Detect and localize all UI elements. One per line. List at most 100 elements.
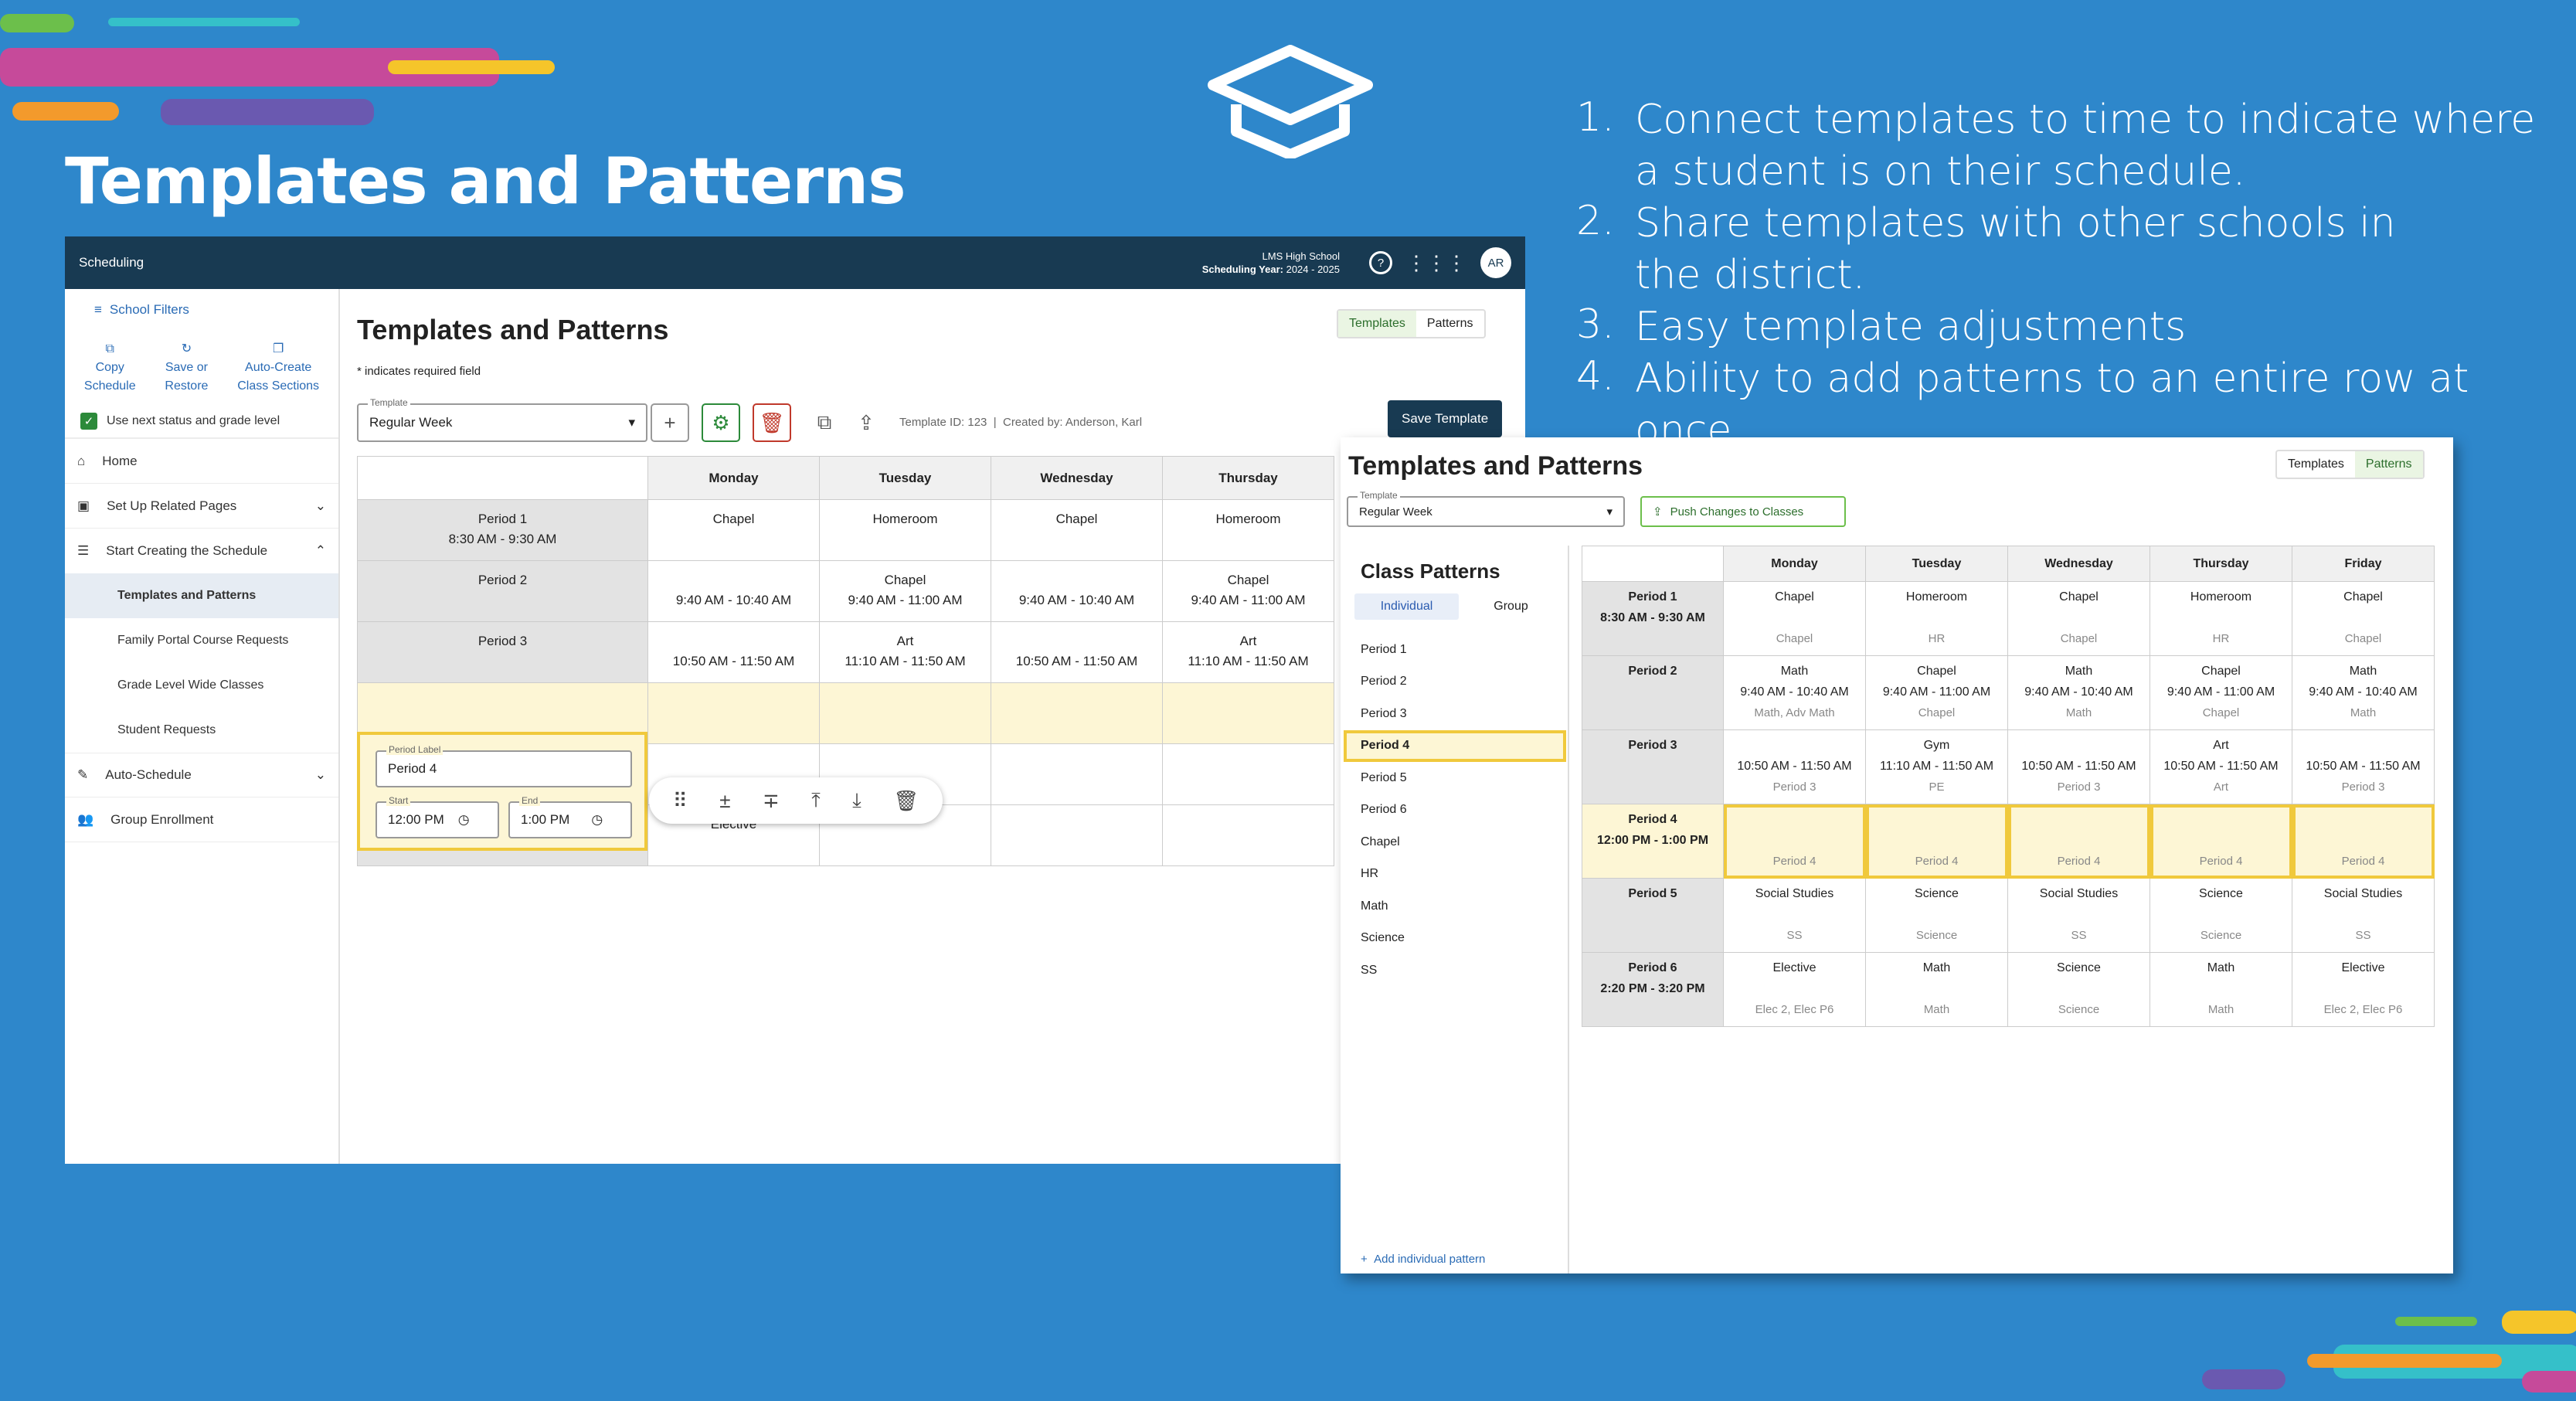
pattern-list-item[interactable]: Period 2 [1341, 666, 1569, 699]
schedule-cell[interactable]: Homeroom [819, 499, 991, 561]
pattern-cell[interactable]: Chapel Chapel [2007, 581, 2150, 656]
pattern-cell[interactable]: Elective Elec 2, Elec P6 [2292, 952, 2435, 1027]
schedule-cell[interactable]: Chapel 9:40 AM - 11:00 AM [1162, 560, 1334, 622]
add-row-below-icon[interactable]: ∓ [763, 789, 780, 813]
schedule-cell[interactable]: 9:40 AM - 10:40 AM [647, 560, 820, 622]
pattern-cell[interactable]: Elective Elec 2, Elec P6 [1723, 952, 1866, 1027]
schedule-cell[interactable]: 10:50 AM - 11:50 AM [991, 621, 1163, 683]
schedule-cell[interactable] [1162, 804, 1334, 866]
schedule-cell[interactable]: Chapel [647, 499, 820, 561]
pattern-cell[interactable]: Social Studies SS [2292, 878, 2435, 953]
schedule-cell[interactable]: 10:50 AM - 11:50 AM [647, 621, 820, 683]
period-cell[interactable]: Period 2 [357, 560, 648, 622]
push-changes-button[interactable]: ⇪ Push Changes to Classes [1640, 496, 1846, 527]
tab-patterns[interactable]: Patterns [1416, 311, 1484, 337]
start-time-field[interactable]: Start 12:00 PM ◷ [376, 795, 499, 838]
pattern-cell[interactable]: Science Science [2149, 878, 2292, 953]
pattern-cell[interactable]: Period 4 [2149, 804, 2292, 879]
sidebar-item-auto-schedule[interactable]: ✎ Auto-Schedule ⌄ [65, 753, 338, 797]
pattern-cell[interactable]: Social Studies SS [2007, 878, 2150, 953]
pattern-list-item[interactable]: Period 3 [1341, 698, 1569, 730]
schedule-cell[interactable] [819, 682, 991, 744]
sidebar-item-start[interactable]: ☰ Start Creating the Schedule ⌃ [65, 529, 338, 573]
pattern-cell[interactable]: Period 4 [2292, 804, 2435, 879]
pattern-cell[interactable]: Math 9:40 AM - 10:40 AM Math [2007, 655, 2150, 730]
copy-schedule-button[interactable]: ⧉ Copy Schedule [84, 340, 136, 396]
sidebar-item-group[interactable]: 👥 Group Enrollment [65, 797, 338, 842]
schedule-cell[interactable] [991, 682, 1163, 744]
copy-template-icon[interactable]: ⧉ [805, 403, 844, 442]
pattern-cell[interactable]: Homeroom HR [2149, 581, 2292, 656]
period-cell[interactable]: Period 5 [1582, 878, 1724, 953]
delete-row-icon[interactable]: 🗑 [893, 789, 919, 813]
pattern-list-item[interactable]: HR [1341, 859, 1569, 891]
period-cell[interactable]: Period 4 12:00 PM - 1:00 PM [1582, 804, 1724, 879]
save-restore-button[interactable]: ↻ Save or Restore [165, 340, 208, 396]
delete-template-icon[interactable]: 🗑 [753, 403, 791, 442]
pattern-cell[interactable]: Math Math [1865, 952, 2008, 1027]
template-select[interactable]: Template Regular Week ▾ [357, 397, 647, 442]
period-label-field[interactable]: Period Label Period 4 [376, 744, 632, 787]
pattern-list-item[interactable]: Science [1341, 923, 1569, 955]
sidebar-sub-grade-level[interactable]: Grade Level Wide Classes [65, 663, 338, 708]
pattern-cell[interactable]: Math 9:40 AM - 10:40 AM Math [2292, 655, 2435, 730]
sidebar-sub-templates[interactable]: Templates and Patterns [65, 573, 338, 618]
schedule-cell[interactable] [991, 743, 1163, 805]
apps-grid-icon[interactable]: ⋮⋮⋮ [1406, 251, 1466, 275]
pattern-cell[interactable]: Gym 11:10 AM - 11:50 AM PE [1865, 729, 2008, 804]
pattern-cell[interactable]: 10:50 AM - 11:50 AM Period 3 [2292, 729, 2435, 804]
add-pattern-link[interactable]: + Add individual pattern [1361, 1253, 1485, 1266]
tab-group[interactable]: Group [1459, 600, 1563, 614]
pattern-cell[interactable]: Chapel 9:40 AM - 11:00 AM Chapel [1865, 655, 2008, 730]
school-filters-button[interactable]: ≡ School Filters [65, 289, 338, 331]
add-row-above-icon[interactable]: ± [719, 789, 730, 813]
pattern-cell[interactable]: Science Science [2007, 952, 2150, 1027]
tab-patterns[interactable]: Patterns [2354, 451, 2423, 478]
help-icon[interactable]: ? [1369, 251, 1392, 274]
period-cell[interactable]: Period 1 8:30 AM - 9:30 AM [1582, 581, 1724, 656]
drag-handle-icon[interactable]: ⠿ [673, 789, 688, 813]
tab-templates[interactable]: Templates [1338, 311, 1416, 337]
pattern-list-item[interactable]: Period 5 [1341, 762, 1569, 794]
pattern-list-item[interactable]: SS [1341, 954, 1569, 987]
save-template-button[interactable]: Save Template [1388, 400, 1503, 437]
sidebar-item-related[interactable]: ▣ Set Up Related Pages ⌄ [65, 484, 338, 529]
pattern-cell[interactable]: Homeroom HR [1865, 581, 2008, 656]
move-top-icon[interactable]: ⤒ [811, 788, 821, 813]
schedule-cell[interactable] [1162, 743, 1334, 805]
schedule-cell[interactable]: 9:40 AM - 10:40 AM [991, 560, 1163, 622]
pattern-list-item[interactable]: Period 4 [1344, 729, 1566, 762]
schedule-cell[interactable] [647, 682, 820, 744]
schedule-cell[interactable]: Art 11:10 AM - 11:50 AM [819, 621, 991, 683]
pattern-cell[interactable]: Period 4 [1865, 804, 2008, 879]
period-cell[interactable]: Period 3 [357, 621, 648, 683]
pattern-list-item[interactable]: Period 6 [1341, 794, 1569, 827]
sidebar-sub-student-requests[interactable]: Student Requests [65, 708, 338, 753]
avatar[interactable]: AR [1480, 247, 1511, 278]
pattern-cell[interactable]: 10:50 AM - 11:50 AM Period 3 [1723, 729, 1866, 804]
pattern-list-item[interactable]: Period 1 [1341, 634, 1569, 666]
pattern-cell[interactable]: Period 4 [2007, 804, 2150, 879]
pattern-cell[interactable]: Science Science [1865, 878, 2008, 953]
period-cell[interactable]: Period 6 2:20 PM - 3:20 PM [1582, 952, 1724, 1027]
period-cell[interactable]: Period 2 [1582, 655, 1724, 730]
pattern-cell[interactable]: 10:50 AM - 11:50 AM Period 3 [2007, 729, 2150, 804]
add-template-button[interactable]: + [651, 403, 689, 442]
tab-templates[interactable]: Templates [2277, 451, 2355, 478]
pattern-list-item[interactable]: Math [1341, 890, 1569, 923]
sidebar-sub-family-portal[interactable]: Family Portal Course Requests [65, 618, 338, 663]
end-time-field[interactable]: End 1:00 PM ◷ [508, 795, 632, 838]
template-select[interactable]: Template Regular Week ▾ [1347, 490, 1625, 527]
pattern-cell[interactable]: Art 10:50 AM - 11:50 AM Art [2149, 729, 2292, 804]
period-cell[interactable]: Period 3 [1582, 729, 1724, 804]
schedule-cell[interactable] [1162, 682, 1334, 744]
pattern-cell[interactable]: Math Math [2149, 952, 2292, 1027]
pattern-cell[interactable]: Math 9:40 AM - 10:40 AM Math, Adv Math [1723, 655, 1866, 730]
schedule-cell[interactable]: Art 11:10 AM - 11:50 AM [1162, 621, 1334, 683]
pattern-cell[interactable]: Chapel Chapel [1723, 581, 1866, 656]
schedule-cell[interactable]: Chapel [991, 499, 1163, 561]
pattern-cell[interactable]: Period 4 [1723, 804, 1866, 879]
sidebar-item-home[interactable]: ⌂ Home [65, 439, 338, 484]
schedule-cell[interactable]: Homeroom [1162, 499, 1334, 561]
pattern-cell[interactable]: Social Studies SS [1723, 878, 1866, 953]
